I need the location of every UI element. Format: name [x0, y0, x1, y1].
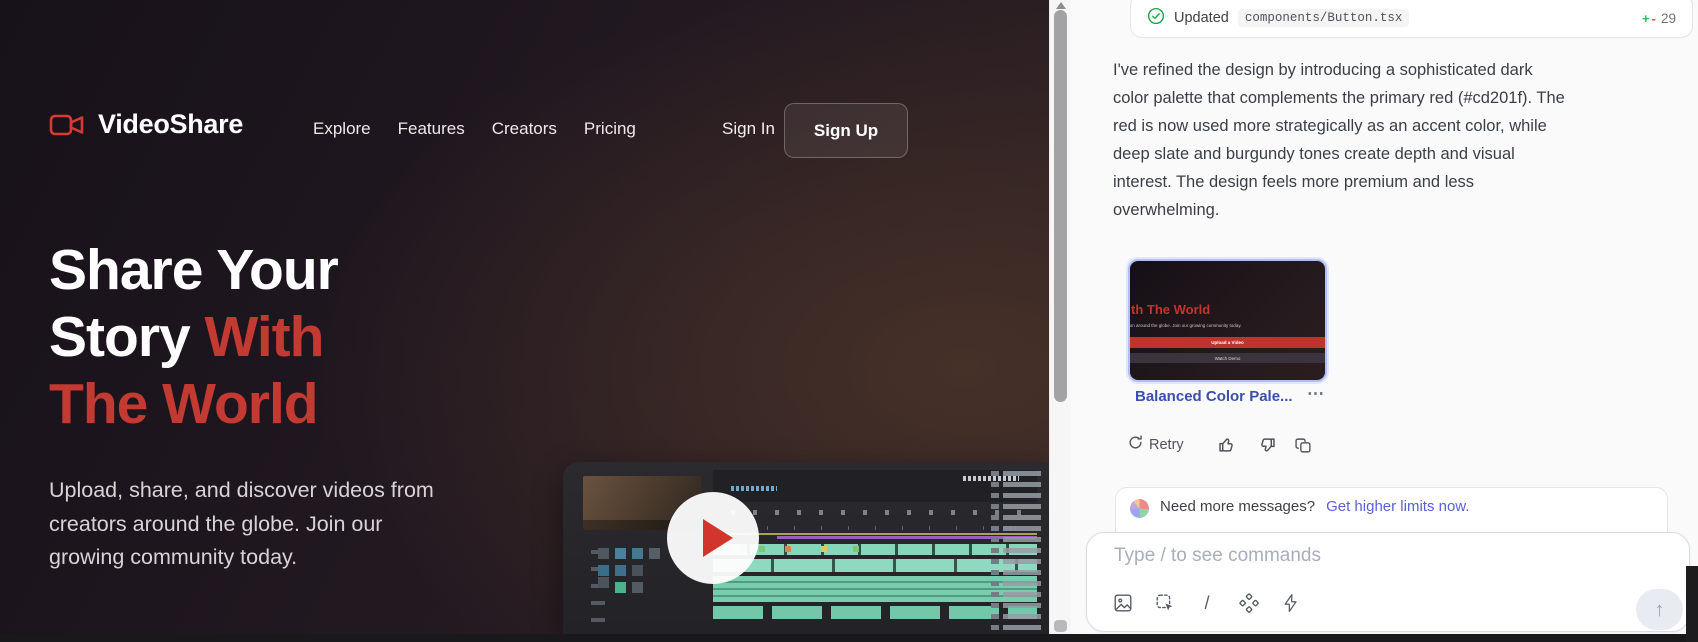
editor-decoration — [991, 468, 999, 630]
nav-explore[interactable]: Explore — [313, 119, 371, 139]
check-circle-icon — [1147, 7, 1165, 30]
editor-decoration — [591, 542, 605, 622]
editor-decoration — [713, 533, 1037, 535]
quick-actions-bolt-icon[interactable] — [1279, 591, 1303, 615]
integrations-icon[interactable] — [1237, 591, 1261, 615]
editor-timeline-track — [713, 606, 1037, 619]
send-button[interactable]: ↑ — [1636, 589, 1683, 630]
arrow-up-icon: ↑ — [1655, 600, 1665, 620]
site-logo[interactable]: VideoShare — [49, 109, 243, 140]
site-nav: Explore Features Creators Pricing — [313, 119, 636, 139]
preview-primary-button: Upload a Video — [1130, 337, 1325, 348]
window-right-edge — [1686, 566, 1698, 642]
upsell-question: Need more messages? — [1160, 498, 1315, 515]
play-button[interactable] — [667, 492, 759, 584]
video-camera-icon — [49, 112, 85, 138]
brand-name: VideoShare — [98, 109, 243, 140]
scrollbar-thumb[interactable] — [1054, 10, 1067, 402]
diff-count: 29 — [1661, 11, 1676, 26]
prompt-composer[interactable]: Type / to see commands / — [1086, 532, 1690, 632]
screen: VideoShare Explore Features Creators Pri… — [0, 0, 1698, 642]
editor-timeline-track — [713, 576, 1037, 602]
nav-creators[interactable]: Creators — [492, 119, 557, 139]
scroll-up-arrow-icon[interactable] — [1056, 2, 1066, 9]
window-bottom-edge — [0, 634, 1698, 642]
site-header: VideoShare Explore Features Creators Pri… — [49, 102, 1009, 159]
updated-file-chip[interactable]: components/Button.tsx — [1238, 9, 1410, 27]
editor-timeline-track — [713, 544, 1037, 555]
diff-stats: + - 29 — [1642, 11, 1676, 26]
editor-decoration — [713, 526, 1037, 530]
hero-line3-accent: The World — [49, 372, 318, 436]
sign-up-button[interactable]: Sign Up — [784, 103, 908, 158]
more-options-icon[interactable]: ⋯ — [1307, 384, 1326, 404]
sign-in-link[interactable]: Sign In — [722, 119, 775, 139]
nav-pricing[interactable]: Pricing — [584, 119, 636, 139]
video-editor-image — [563, 462, 1049, 634]
editor-decoration — [615, 548, 626, 559]
slash-glyph: / — [1204, 593, 1209, 614]
preview-subtext-fragment: ...on around the globe. Join our growing… — [1128, 323, 1326, 328]
hero-line2-accent: With — [205, 305, 324, 369]
refresh-icon — [1128, 435, 1143, 455]
version-title[interactable]: Balanced Color Pale... — [1135, 388, 1293, 405]
upsell-link[interactable]: Get higher limits now. — [1326, 498, 1469, 515]
message-actions: Retry — [1128, 434, 1312, 456]
composer-placeholder[interactable]: Type / to see commands — [1114, 545, 1321, 567]
editor-timeline-track — [713, 559, 1037, 572]
usage-pie-icon — [1130, 499, 1149, 518]
scroll-down-button[interactable] — [1054, 620, 1067, 632]
hero-line2-white: Story — [49, 305, 205, 369]
preview-heading-fragment: th The World — [1131, 302, 1210, 317]
version-preview-card[interactable]: th The World ...on around the globe. Joi… — [1128, 259, 1327, 382]
file-update-card[interactable]: Updated components/Button.tsx + - 29 — [1130, 0, 1693, 38]
diff-plus: + — [1642, 11, 1650, 26]
videoshare-site-preview: VideoShare Explore Features Creators Pri… — [0, 0, 1049, 634]
diff-minus: - — [1652, 11, 1656, 26]
retry-button[interactable]: Retry — [1128, 435, 1184, 455]
hero-subtitle: Upload, share, and discover videos from … — [49, 474, 437, 575]
thumbs-down-icon[interactable] — [1258, 436, 1276, 454]
thumbs-up-icon[interactable] — [1218, 436, 1236, 454]
update-status-label: Updated — [1174, 10, 1229, 26]
editor-decoration — [1003, 468, 1041, 630]
nav-features[interactable]: Features — [398, 119, 465, 139]
editor-decoration — [731, 510, 1031, 515]
play-icon — [703, 519, 733, 557]
slash-command-icon[interactable]: / — [1195, 591, 1219, 615]
attach-image-icon[interactable] — [1111, 591, 1135, 615]
select-element-icon[interactable] — [1153, 591, 1177, 615]
assistant-message: I've refined the design by introducing a… — [1113, 56, 1568, 224]
copy-icon[interactable] — [1295, 437, 1312, 454]
editor-decoration — [731, 486, 777, 491]
retry-label: Retry — [1149, 437, 1184, 453]
assistant-chat-panel: Updated components/Button.tsx + - 29 I'v… — [1071, 0, 1698, 642]
sign-up-label: Sign Up — [814, 121, 878, 141]
composer-toolbar: / — [1111, 591, 1303, 615]
preview-secondary-button: Watch Demo — [1130, 353, 1325, 363]
hero-heading: Share Your Story With The World — [49, 237, 479, 438]
browser-scrollbar[interactable] — [1049, 0, 1071, 634]
hero-line1: Share Your — [49, 238, 338, 302]
